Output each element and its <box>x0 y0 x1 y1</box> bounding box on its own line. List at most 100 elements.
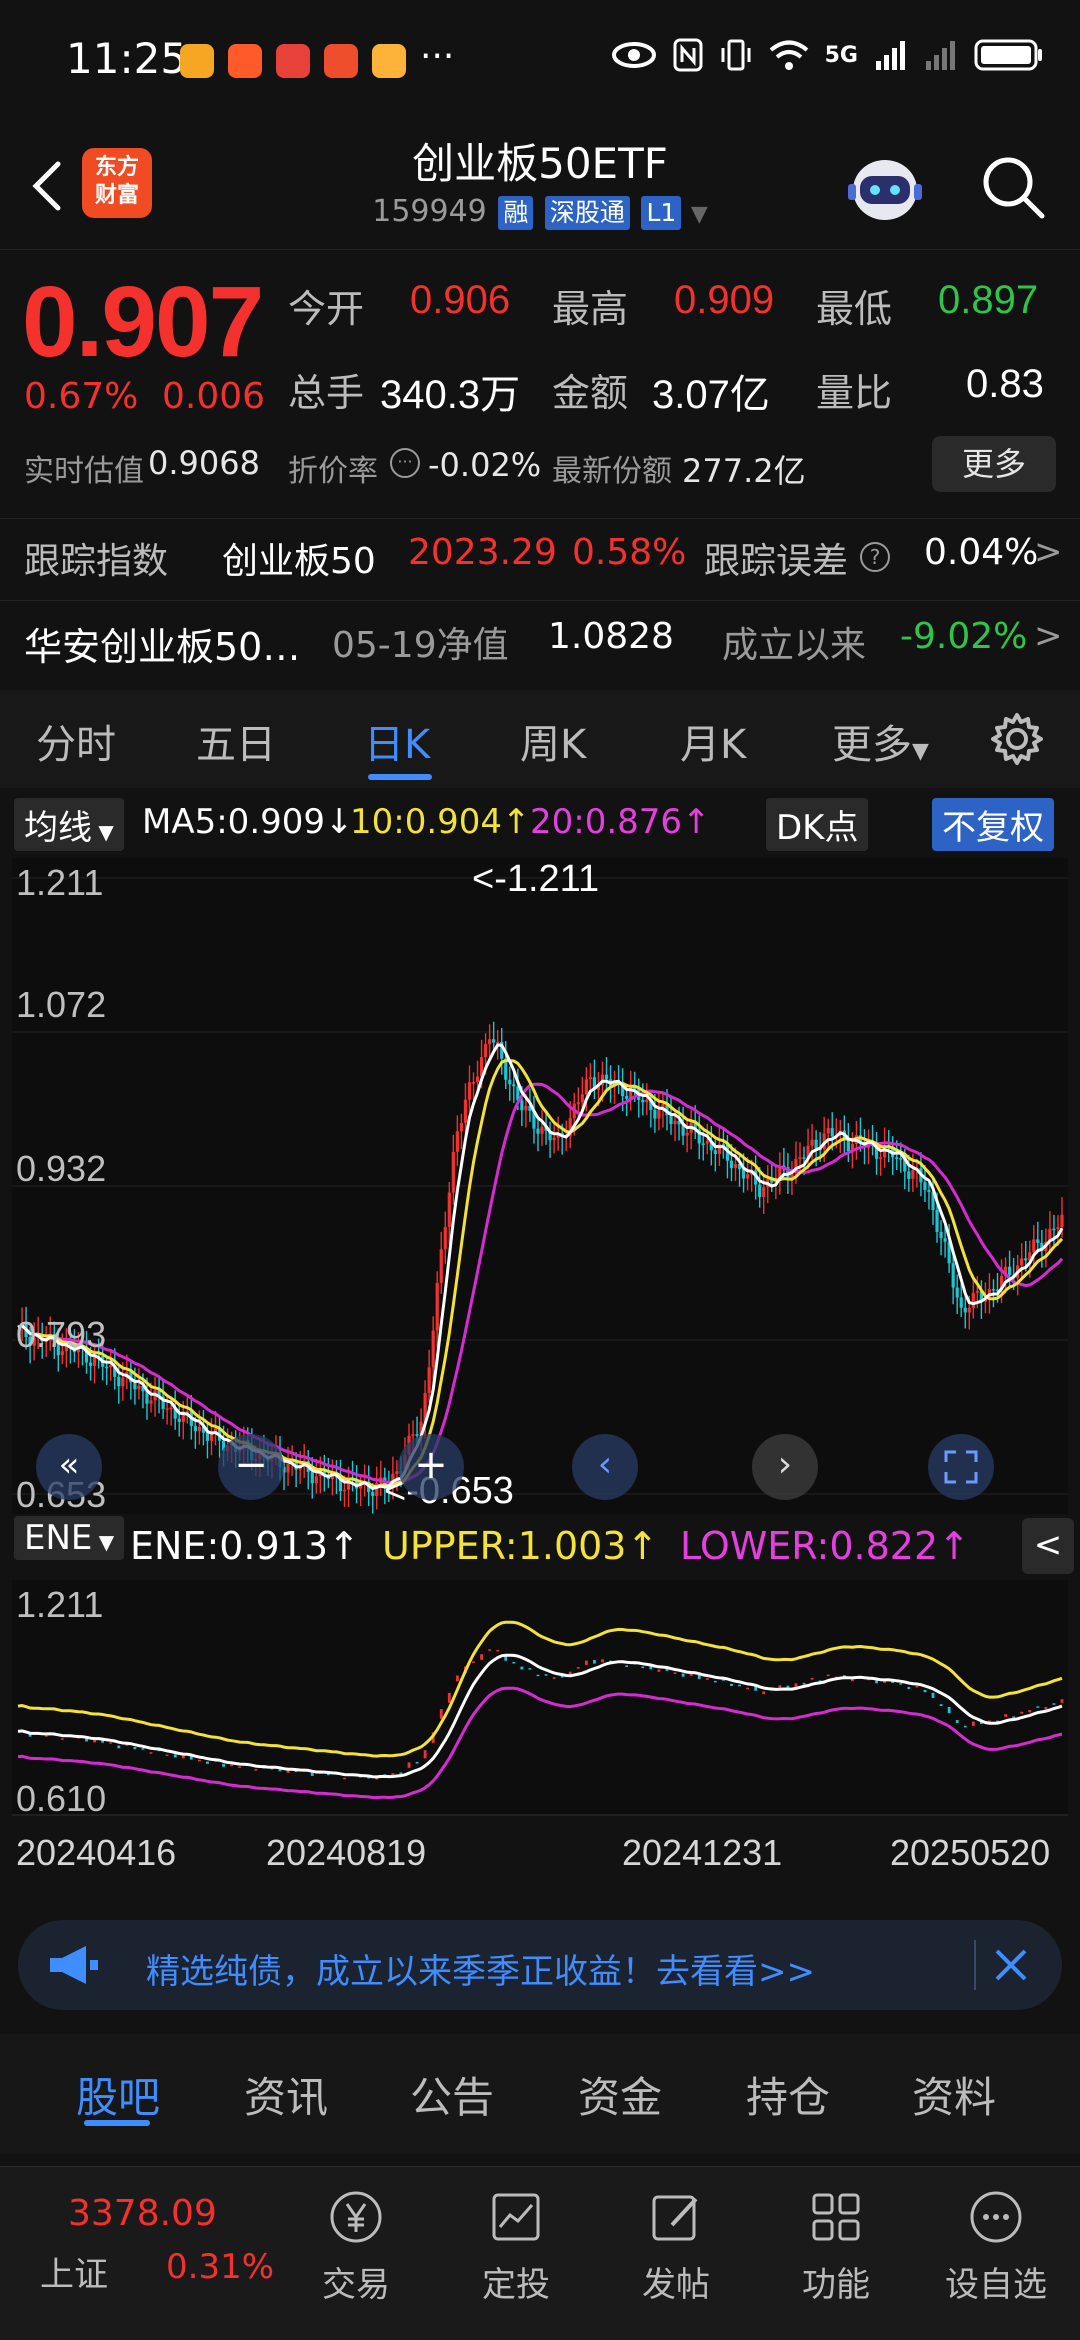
active-tab-indicator <box>84 2120 150 2126</box>
nav-post[interactable]: 发帖 <box>616 2187 736 2306</box>
dk-point-button[interactable]: DK点 <box>766 798 869 851</box>
candle-body <box>314 1476 318 1484</box>
tab-intraday[interactable]: 分时 <box>36 712 116 770</box>
ene-candle <box>1036 1706 1040 1708</box>
ene-chart[interactable] <box>12 1580 1068 1816</box>
ene-candle <box>713 1680 717 1683</box>
volume-value: 340.3万 <box>380 373 521 417</box>
candle-body <box>641 1100 645 1103</box>
robot-assistant-icon[interactable] <box>840 140 930 230</box>
promo-banner[interactable]: 精选纯债，成立以来季季正收益！去看看>> <box>18 1920 1062 2010</box>
candle-body <box>939 1231 943 1239</box>
close-icon[interactable] <box>992 1946 1030 1984</box>
chevron-right-icon[interactable]: > <box>1034 532 1063 572</box>
grid-icon <box>812 2193 860 2241</box>
tab-forum[interactable]: 股吧 <box>76 2064 160 2125</box>
help-icon[interactable]: ? <box>860 542 890 572</box>
info-dots-icon[interactable]: ··· <box>390 448 420 478</box>
chart-board-icon <box>492 2193 540 2241</box>
index-ticker[interactable]: 3378.09 <box>68 2193 217 2234</box>
step-forward-icon[interactable]: › <box>752 1434 818 1500</box>
volume-label: 总手 <box>288 371 365 415</box>
more-button[interactable]: 更多 <box>932 436 1056 492</box>
nav-label: 05-19净值 <box>332 625 509 666</box>
collapse-icon[interactable]: < <box>1022 1518 1074 1574</box>
ene-candle <box>762 1691 766 1695</box>
tab-funds-flow[interactable]: 资金 <box>578 2064 662 2125</box>
candle-body <box>137 1385 141 1390</box>
tab-daily-k[interactable]: 日K <box>364 712 430 770</box>
ene-candle <box>165 1754 169 1757</box>
tab-profile[interactable]: 资料 <box>912 2064 996 2125</box>
tab-weekly-k[interactable]: 周K <box>520 712 586 770</box>
fund-name[interactable]: 华安创业板50… <box>24 616 300 671</box>
ene-candle <box>1028 1709 1032 1713</box>
low-value: 0.897 <box>938 278 1039 322</box>
tab-news[interactable]: 资讯 <box>244 2064 328 2125</box>
divider <box>0 518 1080 519</box>
since-label: 成立以来 <box>722 625 867 666</box>
period-tabs: 分时 五日 日K 周K 月K 更多▼ <box>0 690 1080 788</box>
tracking-error-value[interactable]: 0.04% <box>924 532 1038 573</box>
tracking-index-name[interactable]: 创业板50 <box>222 532 376 584</box>
nav-invest-plan[interactable]: 定投 <box>456 2187 576 2306</box>
megaphone-icon <box>50 1946 98 1984</box>
candle-body <box>342 1489 347 1492</box>
step-back-icon[interactable]: ‹ <box>572 1434 638 1500</box>
stock-code: 159949 <box>372 194 487 229</box>
x-tick-label: 20240416 <box>16 1832 177 1873</box>
search-icon[interactable] <box>978 152 1048 222</box>
ene-candle <box>149 1752 153 1754</box>
scroll-left-icon[interactable]: « <box>36 1434 102 1500</box>
ene-candle <box>584 1660 588 1665</box>
ma-dropdown[interactable]: 均线 ▼ <box>14 798 124 851</box>
candle-body <box>733 1164 738 1169</box>
network-type: 5G <box>824 42 858 68</box>
nav-trade[interactable]: 交易 <box>296 2187 416 2306</box>
tab-more[interactable]: 更多▼ <box>832 712 929 770</box>
ene-candle <box>197 1759 201 1762</box>
ene-candle <box>141 1748 145 1750</box>
ene-candle <box>44 1735 48 1737</box>
header: 东方 财富 创业板50ETF 159949 融 深股通 L1 ▼ <box>0 120 1080 250</box>
tab-monthly-k[interactable]: 月K <box>680 712 746 770</box>
ene-candle <box>1004 1714 1007 1717</box>
indicator-bar: 均线 ▼ MA5:0.909↓ 10:0.904↑ 20:0.876↑ DK点 … <box>0 794 1080 854</box>
nav-invest-plan-label: 定投 <box>482 2265 550 2305</box>
zoom-in-icon[interactable]: + <box>398 1434 464 1500</box>
tab-five-day[interactable]: 五日 <box>196 712 276 770</box>
candle-body <box>657 1110 661 1119</box>
candle-body <box>105 1366 109 1369</box>
nav-add-watchlist[interactable]: 设自选 <box>936 2187 1056 2306</box>
low-label: 最低 <box>816 287 893 331</box>
y-tick-label: 1.211 <box>16 862 104 903</box>
wifi-icon <box>769 40 808 70</box>
chevron-right-icon[interactable]: > <box>1034 616 1063 656</box>
ma-dropdown-label: 均线 <box>24 808 92 848</box>
tab-holdings[interactable]: 持仓 <box>746 2064 830 2125</box>
current-price: 0.907 <box>22 266 264 378</box>
fullscreen-icon[interactable] <box>928 1434 994 1500</box>
gear-icon[interactable] <box>990 712 1044 766</box>
since-value[interactable]: -9.02% <box>900 616 1027 657</box>
candle-body <box>133 1382 137 1390</box>
adjust-button[interactable]: 不复权 <box>932 798 1054 851</box>
zoom-out-icon[interactable]: − <box>218 1434 284 1500</box>
candle-body <box>205 1432 210 1441</box>
ene-dropdown[interactable]: ENE ▼ <box>14 1516 125 1560</box>
ma5-value: MA5:0.909↓ <box>142 802 354 842</box>
ene-y-tick-label: 1.211 <box>16 1584 104 1625</box>
candle-body <box>701 1143 705 1145</box>
candle-body <box>447 1192 451 1227</box>
candle-body <box>310 1471 314 1484</box>
kline-chart[interactable] <box>12 858 1068 1514</box>
tab-announcements[interactable]: 公告 <box>410 2064 494 2125</box>
candle-body <box>1032 1239 1036 1253</box>
candle-body <box>830 1128 834 1137</box>
candle-body <box>286 1463 290 1473</box>
tracking-index-percent: 0.58% <box>572 532 687 573</box>
nav-functions[interactable]: 功能 <box>776 2187 896 2306</box>
y-tick-label: 0.932 <box>16 1148 107 1189</box>
ene-candle <box>447 1692 451 1703</box>
ene-candle <box>439 1709 443 1719</box>
